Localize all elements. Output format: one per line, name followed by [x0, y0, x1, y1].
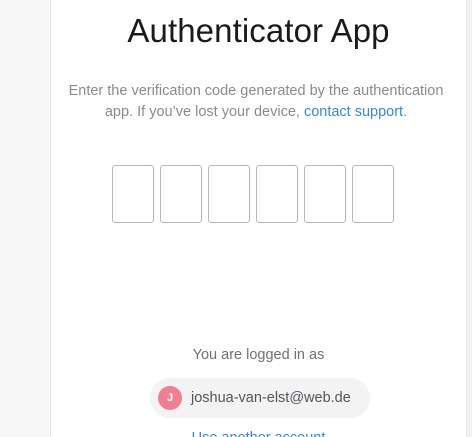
verification-code-inputs: [112, 165, 394, 223]
code-digit-2[interactable]: [160, 165, 202, 223]
code-digit-1[interactable]: [112, 165, 154, 223]
code-digit-4[interactable]: [256, 165, 298, 223]
logged-in-label: You are logged in as: [192, 347, 325, 363]
code-digit-6[interactable]: [352, 165, 394, 223]
code-digit-5[interactable]: [304, 165, 346, 223]
avatar: J: [158, 386, 182, 410]
user-account-chip: J joshua-van-elst@web.de: [150, 378, 370, 418]
user-email: joshua-van-elst@web.de: [191, 390, 351, 406]
scrollbar-track[interactable]: [466, 0, 472, 437]
use-another-account-link[interactable]: Use another account: [50, 426, 467, 437]
code-digit-3[interactable]: [208, 165, 250, 223]
left-panel-edge: [0, 0, 51, 437]
contact-support-link[interactable]: contact support: [304, 104, 403, 120]
instructions-period: .: [403, 104, 408, 120]
instructions-text: Enter the verification code generated by…: [60, 81, 452, 123]
page-title: Authenticator App: [127, 12, 390, 49]
